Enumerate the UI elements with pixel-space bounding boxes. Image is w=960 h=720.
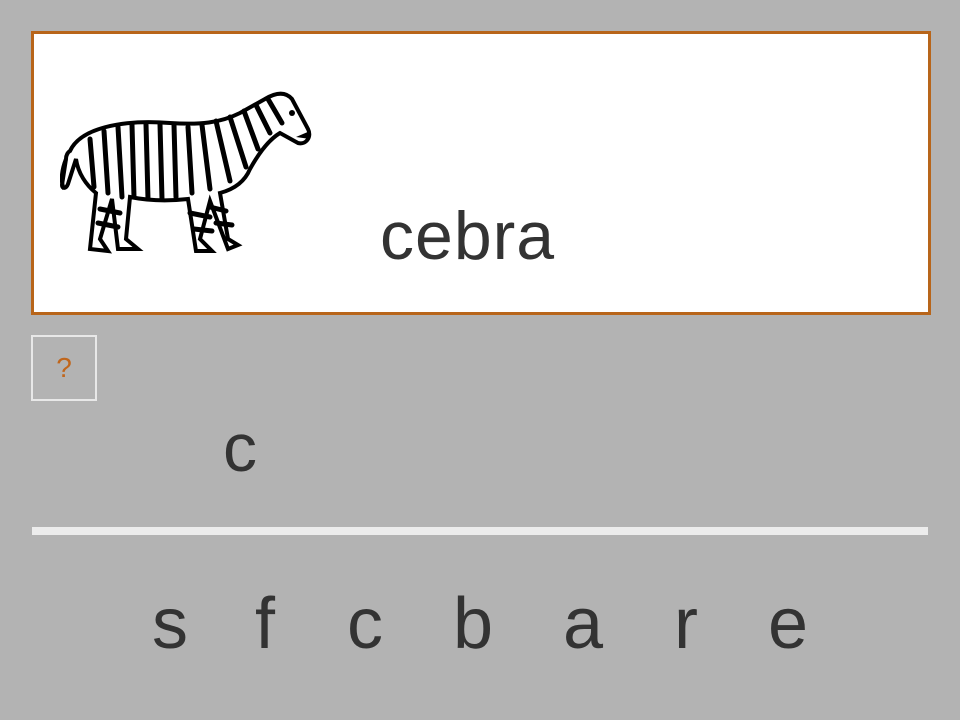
letter-tile-c[interactable]: c	[335, 582, 395, 666]
letter-tile-r[interactable]: r	[656, 582, 716, 666]
spelling-game: cebra ? c s f c b a r e	[0, 0, 960, 720]
prompt-card: cebra	[31, 31, 931, 315]
letter-tile-e[interactable]: e	[758, 582, 818, 666]
answer-typed-letters: c	[223, 410, 257, 486]
letter-tile-a[interactable]: a	[553, 582, 613, 666]
letter-tile-s[interactable]: s	[140, 582, 200, 666]
hint-button[interactable]: ?	[31, 335, 97, 401]
divider	[32, 527, 928, 535]
target-word: cebra	[380, 198, 556, 274]
letter-tiles: s f c b a r e	[0, 582, 960, 672]
zebra-icon	[60, 91, 312, 254]
letter-tile-f[interactable]: f	[235, 582, 295, 666]
letter-tile-b[interactable]: b	[443, 582, 503, 666]
